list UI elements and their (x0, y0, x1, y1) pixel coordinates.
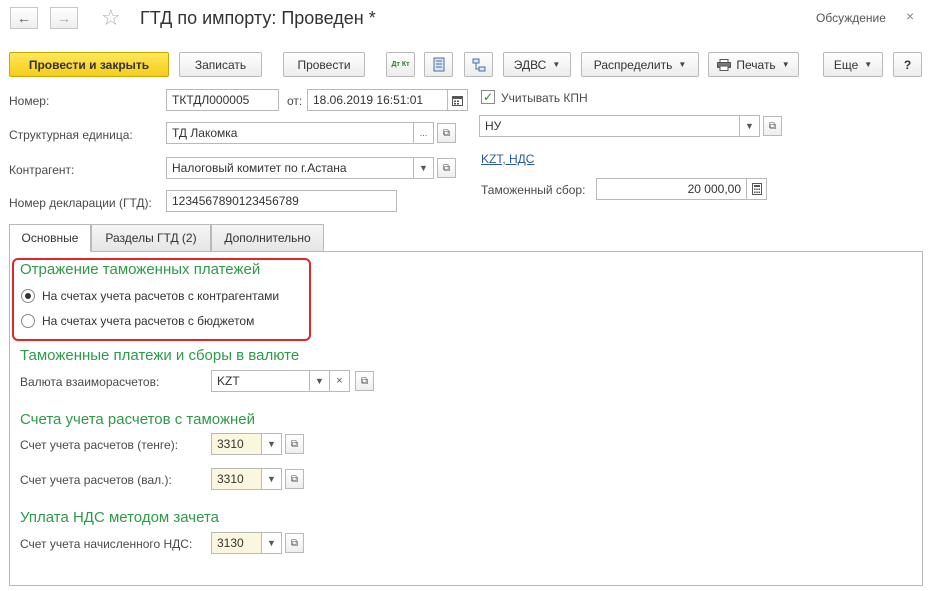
checkmark-icon: ✓ (482, 90, 494, 104)
select-ellipsis-button[interactable]: ... (414, 122, 434, 144)
settlement-currency-field[interactable]: KZT (211, 370, 310, 392)
favorite-star-icon[interactable]: ☆ (101, 5, 121, 31)
print-dropdown[interactable]: Печать ▼ (708, 52, 799, 77)
declaration-label: Номер декларации (ГТД): (9, 196, 152, 210)
caret-down-icon: ▼ (419, 163, 428, 173)
dt-kt-icon: Дт Кт (391, 61, 410, 68)
date-from-label: от: (287, 94, 303, 108)
back-button[interactable]: ← (10, 7, 38, 29)
open-window-icon: ⧉ (442, 127, 451, 139)
vat-account-dropdown[interactable]: ▼ (262, 532, 282, 554)
caret-down-icon: ▼ (552, 60, 561, 69)
open-button[interactable]: ⧉ (437, 123, 456, 143)
distribute-dropdown[interactable]: Распределить ▼ (581, 52, 699, 77)
tab-additional[interactable]: Дополнительно (211, 224, 324, 252)
date-field[interactable]: 18.06.2019 16:51:01 (307, 89, 448, 111)
list-report-button[interactable] (424, 52, 453, 77)
ellipsis-icon: ... (419, 128, 428, 138)
caret-down-icon: ▼ (267, 439, 276, 449)
vat-account-open-button[interactable]: ⧉ (285, 533, 304, 553)
open-window-icon: ⧉ (290, 537, 299, 549)
structural-unit-field[interactable]: ТД Лакомка (166, 122, 414, 144)
caret-down-icon: ▼ (678, 60, 687, 69)
vat-account-label: Счет учета начисленного НДС: (20, 537, 193, 551)
currency-open-button[interactable]: ⧉ (355, 371, 374, 391)
settlement-currency-label: Валюта взаиморасчетов: (20, 375, 160, 389)
calculator-button[interactable] (747, 178, 767, 200)
section-currency: Таможенные платежи и сборы в валюте (20, 347, 300, 364)
currency-clear-button[interactable]: × (330, 370, 350, 392)
help-button[interactable]: ? (893, 52, 922, 77)
edvs-dropdown[interactable]: ЭДВС ▼ (503, 52, 571, 77)
counterparty-label: Контрагент: (9, 163, 75, 177)
open-window-icon: ⧉ (442, 162, 451, 174)
printer-icon (717, 58, 732, 71)
post-button[interactable]: Провести (283, 52, 365, 77)
radio-counterparties-label[interactable]: На счетах учета расчетов с контрагентами (42, 289, 279, 303)
kpn-label: Учитывать КПН (501, 91, 588, 105)
account-tenge-dropdown[interactable]: ▼ (262, 433, 282, 455)
caret-down-icon: ▼ (745, 121, 754, 131)
calendar-icon (452, 95, 463, 106)
radio-counterparties[interactable] (21, 289, 35, 303)
arrow-right-icon: → (57, 10, 71, 26)
open-window-icon: ⧉ (290, 473, 299, 485)
page-title: ГТД по импорту: Проведен * (140, 8, 376, 28)
kpn-checkbox[interactable]: ✓ (481, 90, 495, 104)
declaration-field[interactable]: 1234567890123456789 (166, 190, 397, 212)
open-window-icon: ⧉ (290, 438, 299, 450)
dt-kt-button[interactable]: Дт Кт (386, 52, 415, 77)
save-button[interactable]: Записать (179, 52, 262, 77)
number-label: Номер: (9, 94, 50, 108)
customs-fee-label: Таможенный сбор: (481, 183, 586, 197)
nu-dropdown[interactable]: ▼ (740, 115, 760, 137)
vat-account-field[interactable]: 3130 (211, 532, 262, 554)
caret-down-icon: ▼ (267, 474, 276, 484)
tab-gtd-sections[interactable]: Разделы ГТД (2) (91, 224, 211, 252)
structural-unit-label: Структурная единица: (9, 128, 133, 142)
calendar-button[interactable] (448, 89, 468, 111)
radio-budget[interactable] (21, 314, 35, 328)
arrow-left-icon: ← (17, 10, 31, 26)
account-tenge-label: Счет учета расчетов (тенге): (20, 438, 179, 452)
account-val-open-button[interactable]: ⧉ (285, 469, 304, 489)
account-tenge-open-button[interactable]: ⧉ (285, 434, 304, 454)
currency-dropdown[interactable]: ▼ (310, 370, 330, 392)
counterparty-dropdown[interactable]: ▼ (414, 157, 434, 179)
counterparty-open-button[interactable]: ⧉ (437, 158, 456, 178)
caret-down-icon: ▼ (267, 538, 276, 548)
section-customs-payments: Отражение таможенных платежей (20, 261, 261, 278)
forward-button[interactable]: → (50, 7, 78, 29)
counterparty-field[interactable]: Налоговый комитет по г.Астана (166, 157, 414, 179)
clear-icon: × (336, 375, 343, 387)
discussion-link[interactable]: Обсуждение (816, 11, 886, 25)
caret-down-icon: ▼ (864, 60, 873, 69)
customs-fee-field[interactable]: 20 000,00 (596, 178, 747, 200)
account-val-label: Счет учета расчетов (вал.): (20, 473, 172, 487)
open-window-icon: ⧉ (360, 375, 369, 387)
post-and-close-button[interactable]: Провести и закрыть (9, 52, 169, 77)
tab-main[interactable]: Основные (9, 224, 91, 252)
caret-down-icon: ▼ (781, 60, 790, 69)
radio-budget-label[interactable]: На счетах учета расчетов с бюджетом (42, 314, 254, 328)
account-val-dropdown[interactable]: ▼ (262, 468, 282, 490)
nu-field[interactable]: НУ (479, 115, 740, 137)
nu-open-button[interactable]: ⧉ (763, 116, 782, 136)
account-val-field[interactable]: 3310 (211, 468, 262, 490)
hierarchy-icon (472, 58, 485, 71)
structure-button[interactable] (464, 52, 493, 77)
close-icon[interactable]: × (906, 8, 914, 24)
calculator-icon (751, 183, 762, 195)
caret-down-icon: ▼ (315, 376, 324, 386)
currency-vat-link[interactable]: KZT, НДС (481, 152, 534, 166)
open-window-icon: ⧉ (768, 120, 777, 132)
section-customs-accounts: Счета учета расчетов с таможней (20, 411, 255, 428)
section-vat: Уплата НДС методом зачета (20, 509, 219, 526)
more-dropdown[interactable]: Еще ▼ (823, 52, 883, 77)
document-list-icon (433, 57, 444, 72)
account-tenge-field[interactable]: 3310 (211, 433, 262, 455)
number-field[interactable]: ТКТДЛ000005 (166, 89, 279, 111)
